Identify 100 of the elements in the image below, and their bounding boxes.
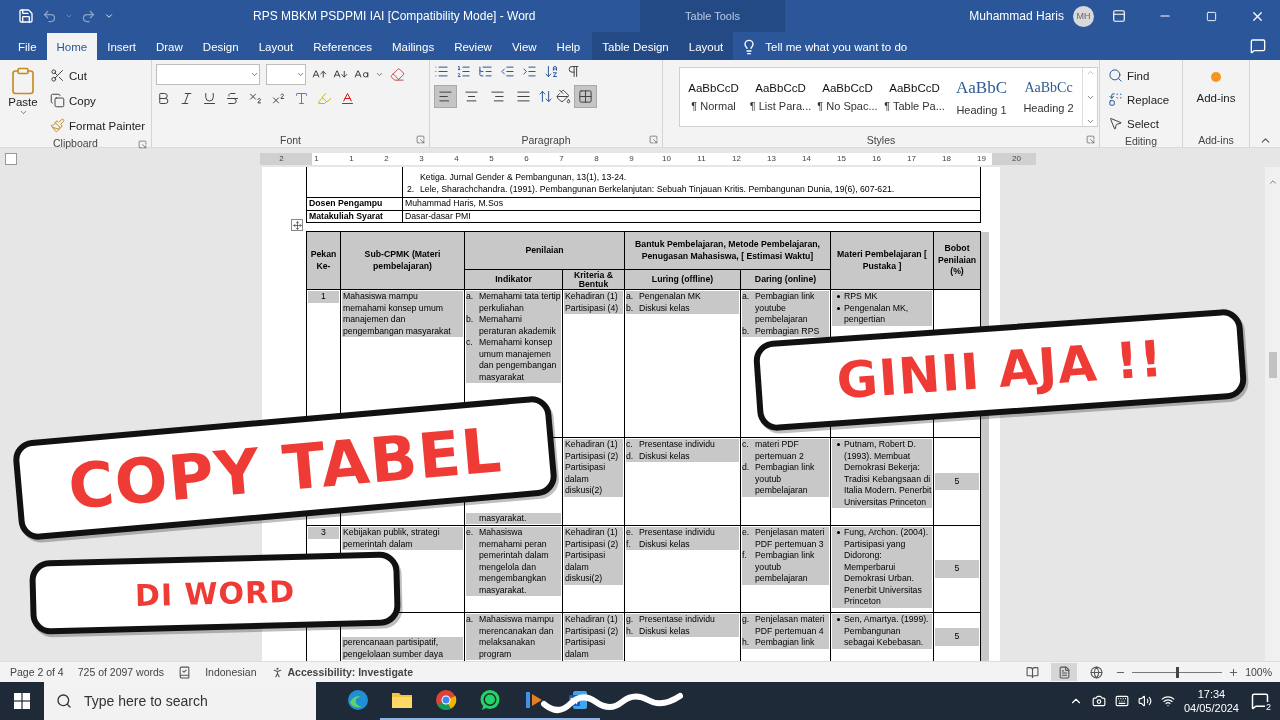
tell-me-field[interactable]: Tell me what you want to do [765, 40, 908, 53]
bullets-icon[interactable] [434, 64, 449, 79]
strikethrough-icon[interactable] [225, 91, 240, 106]
justify-icon [516, 89, 531, 104]
zoom-level[interactable]: 100% [1245, 666, 1272, 678]
launcher-icon[interactable] [1086, 135, 1095, 144]
subscript-icon[interactable] [248, 91, 263, 106]
word-count[interactable]: 725 of 2097 words [77, 666, 165, 678]
multilevel-list-icon[interactable] [478, 64, 493, 79]
ribbon-tab[interactable]: Insert [97, 33, 146, 60]
clipboard-button[interactable]: Cut [46, 64, 150, 87]
increase-indent-icon[interactable] [522, 64, 537, 79]
zoom-in-icon[interactable] [1228, 666, 1240, 678]
sort-icon[interactable] [544, 64, 559, 79]
tab-selector[interactable] [5, 152, 17, 165]
caret-icon [250, 70, 259, 79]
ruler-number: 16 [871, 152, 882, 165]
editing-button[interactable]: Find [1104, 64, 1174, 87]
ruler-number: 8 [593, 152, 600, 165]
save-icon[interactable] [18, 8, 34, 24]
style-option[interactable]: AaBbC Heading 1 [948, 68, 1015, 126]
zoom-thumb[interactable] [1176, 666, 1180, 678]
move-table-button[interactable] [291, 219, 303, 231]
ribbon-tab[interactable]: Layout [678, 33, 734, 60]
align-left-icon [438, 89, 453, 104]
ribbon-tab[interactable]: Mailings [382, 33, 445, 60]
line-spacing-icon[interactable] [538, 89, 553, 104]
bold-icon[interactable] [156, 91, 171, 106]
scroll-thumb[interactable] [1268, 352, 1277, 378]
add-ins-button[interactable]: Add-ins [1196, 64, 1236, 104]
ribbon-tab[interactable]: Review [444, 33, 502, 60]
notifications-icon[interactable] [1251, 692, 1269, 710]
scrollbar[interactable] [1265, 167, 1280, 661]
ruler-number: 1 [348, 152, 355, 165]
ribbon-options-icon[interactable] [1112, 9, 1126, 23]
ruler-number: 10 [661, 152, 672, 165]
keyboard-icon[interactable] [1114, 694, 1129, 708]
launcher-icon[interactable] [416, 135, 425, 144]
clipboard-button[interactable]: Format Painter [46, 114, 150, 137]
pilcrow-icon[interactable] [566, 64, 581, 79]
wifi-icon[interactable] [1160, 694, 1175, 708]
page-icon [1057, 665, 1071, 679]
shading-icon[interactable] [556, 89, 571, 104]
comments-icon[interactable] [1250, 38, 1266, 54]
caret-icon [65, 12, 73, 20]
ribbon-tab[interactable]: Home [46, 33, 98, 60]
camera-icon[interactable] [1091, 694, 1106, 708]
style-option[interactable]: AaBbCcD ¶ Normal [680, 68, 747, 126]
proofing-icon[interactable] [178, 665, 192, 679]
restore-icon[interactable] [1205, 10, 1217, 22]
more-icon[interactable] [1085, 117, 1095, 126]
align-left-button[interactable] [434, 85, 457, 108]
undo-icon[interactable] [42, 8, 57, 24]
text-effects-icon[interactable] [294, 91, 309, 106]
clipboard-button[interactable]: Copy [46, 89, 150, 112]
clear-formatting-icon[interactable] [390, 67, 405, 82]
ribbon-tab[interactable]: References [303, 33, 382, 60]
avatar[interactable]: MH [1073, 5, 1094, 27]
volume-icon[interactable] [1137, 694, 1152, 708]
clock[interactable]: 17:34 04/05/2024 [1183, 687, 1239, 715]
launcher-icon[interactable] [649, 135, 658, 144]
style-option[interactable]: AaBbCcD ¶ List Para... [747, 68, 814, 126]
ruler-number: 15 [836, 152, 847, 165]
ribbon-tab[interactable]: View [501, 33, 547, 60]
accessibility-status[interactable]: Accessibility: Investigate [287, 666, 413, 678]
taskbar-search-field[interactable]: Type here to search [44, 682, 316, 720]
superscript-icon[interactable] [271, 91, 286, 106]
font-name-field[interactable] [156, 64, 260, 85]
paste-button[interactable]: Paste [4, 64, 42, 119]
ruler-number: 3 [418, 152, 425, 165]
align-center-icon [464, 89, 479, 104]
pointer-icon [1108, 116, 1123, 131]
ribbon-tab[interactable]: Draw [146, 33, 193, 60]
launcher-icon[interactable] [138, 140, 147, 149]
ribbon-tab[interactable]: File [8, 33, 47, 60]
search-icon [1108, 68, 1123, 83]
redo-icon[interactable] [81, 8, 96, 24]
font-size-field[interactable] [266, 64, 306, 85]
italic-icon[interactable] [179, 91, 194, 106]
underline-icon[interactable] [202, 91, 217, 106]
style-option[interactable]: AaBbCcD ¶ Table Pa... [881, 68, 948, 126]
editing-button[interactable]: Select [1104, 112, 1174, 135]
language[interactable]: Indonesian [205, 666, 257, 678]
style-option[interactable]: AaBbCc Heading 2 [1015, 68, 1082, 126]
customize-icon[interactable] [104, 11, 114, 21]
ribbon-tab[interactable]: Table Design [592, 33, 679, 60]
style-option[interactable]: AaBbCcD ¶ No Spac... [814, 68, 881, 126]
numbering-icon[interactable] [456, 64, 471, 79]
cell-text: Mahasiswa mampu memahami konsep umum manajemen dan pengembangan masyarakat [342, 291, 463, 337]
font-color-icon[interactable] [340, 91, 355, 106]
editing-button[interactable]: Replace [1104, 88, 1174, 111]
group-label: Add-ins [1198, 133, 1234, 146]
decrease-indent-icon[interactable] [500, 64, 515, 79]
print-layout-button[interactable] [1051, 663, 1078, 681]
ribbon-tab[interactable]: Help [546, 33, 591, 60]
align-right-icon [490, 89, 505, 104]
ribbon-tab[interactable]: Layout [248, 33, 304, 60]
page-count[interactable]: Page 2 of 4 [10, 666, 64, 678]
borders-button[interactable] [574, 85, 597, 108]
ribbon-tab[interactable]: Design [192, 33, 249, 60]
